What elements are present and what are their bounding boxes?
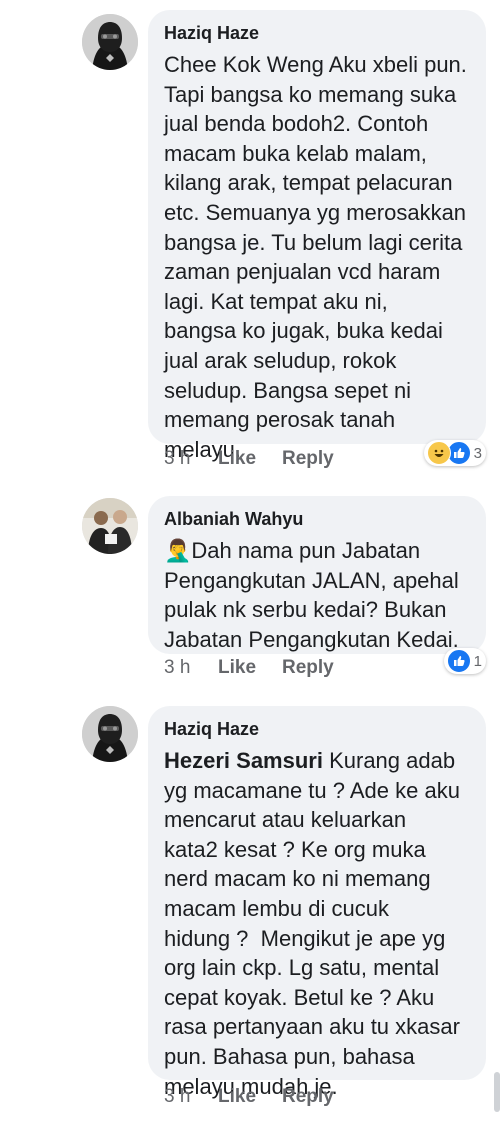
avatar[interactable] — [82, 14, 138, 70]
comment-text-body: Dah nama pun Jabatan Pengangkutan JALAN,… — [164, 538, 459, 652]
haha-icon — [426, 441, 451, 465]
comment-actions: 3 h Like Reply — [164, 448, 334, 470]
like-icon — [446, 649, 471, 673]
avatar-hooded-figure-icon — [82, 14, 138, 70]
comment-bubble: Haziq Haze Hezeri Samsuri Kurang adab yg… — [148, 706, 486, 1099]
comment-author[interactable]: Haziq Haze — [164, 22, 470, 44]
comment-text-body: Kurang adab yg macamane tu ? Ade ke aku … — [164, 748, 460, 1099]
like-button[interactable]: Like — [218, 1086, 282, 1108]
comment-bubble: Haziq Haze Chee Kok Weng Aku xbeli pun. … — [148, 10, 486, 462]
avatar[interactable] — [82, 498, 138, 554]
reaction-summary[interactable]: 1 — [443, 648, 486, 674]
reply-button[interactable]: Reply — [282, 448, 334, 470]
like-button[interactable]: Like — [218, 657, 282, 679]
comment-actions: 3 h Like Reply — [164, 657, 334, 679]
comment-time[interactable]: 3 h — [164, 448, 218, 470]
avatar-hooded-figure-icon — [82, 706, 138, 762]
reply-button[interactable]: Reply — [282, 1086, 334, 1108]
comment-text: Chee Kok Weng Aku xbeli pun. Tapi bangsa… — [164, 52, 467, 462]
comment-time[interactable]: 3 h — [164, 657, 218, 679]
comment-text: 🤦‍♂️Dah nama pun Jabatan Pengangkutan JA… — [164, 536, 470, 654]
avatar[interactable] — [82, 706, 138, 762]
comment-bubble: Albaniah Wahyu 🤦‍♂️Dah nama pun Jabatan … — [148, 496, 486, 654]
facepalm-emoji: 🤦‍♂️ — [164, 538, 192, 563]
reaction-count: 1 — [473, 652, 482, 670]
comment-actions: 3 h Like Reply — [164, 1086, 334, 1108]
mention-link[interactable]: Hezeri Samsuri — [164, 748, 323, 773]
comment-author[interactable]: Albaniah Wahyu — [164, 508, 470, 530]
reply-button[interactable]: Reply — [282, 657, 334, 679]
reaction-count: 3 — [473, 444, 482, 462]
comment-author[interactable]: Haziq Haze — [164, 718, 470, 740]
scrollbar[interactable] — [494, 1072, 500, 1112]
comment-text: Hezeri Samsuri Kurang adab yg macamane t… — [164, 746, 470, 1101]
comment-time[interactable]: 3 h — [164, 1086, 218, 1108]
avatar-photo-two-people-icon — [82, 498, 138, 554]
like-button[interactable]: Like — [218, 448, 282, 470]
reaction-summary[interactable]: 3 — [423, 440, 486, 466]
